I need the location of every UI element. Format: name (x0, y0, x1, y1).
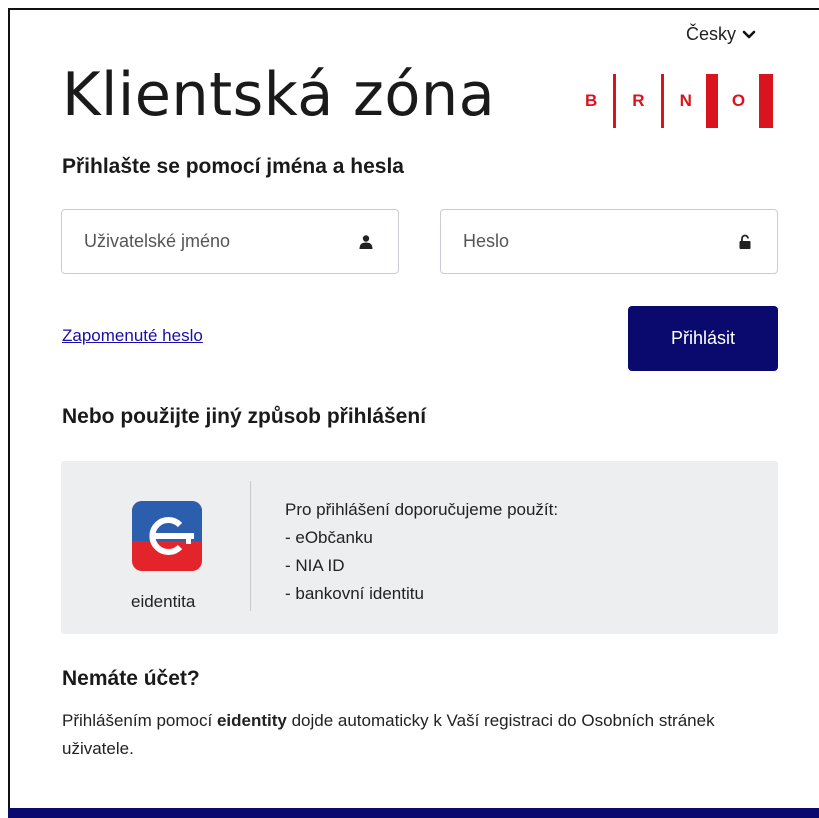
login-button[interactable]: Přihlásit (628, 306, 778, 371)
logo-letter-r: R (632, 91, 645, 110)
eidentita-recommendation: Pro přihlášení doporučujeme použít: - eO… (285, 496, 558, 608)
logo-letter-b: B (585, 91, 598, 110)
no-account-text: Přihlášením pomocí eidentity dojde autom… (62, 707, 782, 763)
page-title: Klientská zóna (62, 60, 496, 130)
password-input[interactable] (463, 231, 695, 252)
no-account-text-bold: eidentity (216, 711, 287, 730)
logo-letter-o: O (731, 91, 746, 110)
footer-bar (8, 808, 819, 818)
login-subtitle: Přihlašte se pomocí jména a hesla (62, 155, 404, 178)
chevron-down-icon (742, 30, 756, 38)
recommendation-option: - bankovní identitu (285, 584, 424, 603)
unlock-icon (739, 234, 751, 249)
recommendation-option: - eObčanku (285, 528, 373, 547)
brno-logo: B R N O (585, 74, 774, 128)
no-account-text-part: Přihlášením pomocí (62, 711, 217, 730)
logo-divider (613, 74, 617, 128)
forgot-password-link[interactable]: Zapomenuté heslo (62, 326, 203, 346)
eidentita-login-box[interactable]: eidentita Pro přihlášení doporučujeme po… (61, 461, 778, 634)
eidentita-label: eidentita (131, 592, 196, 611)
password-field[interactable] (440, 209, 778, 274)
alternative-login-title: Nebo použijte jiný způsob přihlášení (62, 405, 427, 428)
logo-divider (660, 74, 664, 128)
recommendation-option: - NIA ID (285, 556, 345, 575)
user-icon (359, 234, 373, 249)
logo-block (759, 74, 774, 128)
username-input[interactable] (84, 231, 316, 252)
language-selector[interactable]: Česky (686, 24, 756, 45)
no-account-title: Nemáte účet? (62, 667, 200, 690)
divider (250, 481, 251, 611)
logo-letter-n: N (679, 91, 692, 110)
eidentita-logo-icon (132, 501, 202, 571)
recommendation-heading: Pro přihlášení doporučujeme použít: (285, 500, 559, 519)
username-field[interactable] (61, 209, 399, 274)
logo-block (705, 74, 718, 128)
language-label: Česky (686, 24, 737, 44)
